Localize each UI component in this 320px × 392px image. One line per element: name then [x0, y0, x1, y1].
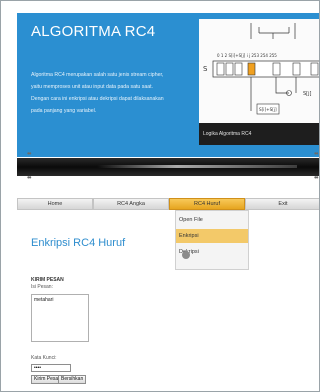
diagram-caption: Logika Algoritma RC4 — [199, 123, 319, 145]
strip-glow — [97, 165, 297, 168]
diagram-index-row: 0 1 2 S[i]+S[j] i j 253 254 255 — [217, 53, 277, 58]
main-nav: Home RC4 Angka RC4 Huruf Exit — [17, 198, 319, 210]
slider-dots-right-lower: •• — [314, 173, 319, 182]
nav-rc4-angka[interactable]: RC4 Angka — [93, 198, 169, 210]
slider-dots-left-lower: •• — [27, 173, 32, 182]
hero-line: Algoritma RC4 merupakan salah satu jenis… — [31, 72, 164, 78]
clear-button[interactable]: Bersihkan — [58, 375, 87, 384]
hero-line: yaitu memproses unit atau input data pad… — [31, 84, 153, 90]
hero-description: Algoritma RC4 merupakan salah satu jenis… — [31, 69, 197, 117]
page: ALGORITMA RC4 Algoritma RC4 merupakan sa… — [0, 0, 320, 392]
slider-dots-left: •• — [27, 149, 32, 158]
menu-item-enkripsi[interactable]: Enkripsi — [176, 229, 248, 243]
message-label: Isi Pesan: — [31, 284, 53, 290]
menu-item-open-file[interactable]: Open File — [176, 213, 248, 227]
diagram-s-label: S — [203, 65, 208, 73]
hero-line: pada panjang yang variabel. — [31, 108, 97, 114]
rc4-diagram: 0 1 2 S[i]+S[j] i j 253 254 255 S S[j] S… — [199, 19, 319, 123]
rc4-huruf-dropdown: Open File Enkripsi Dekripsi — [175, 210, 249, 270]
hero-line: Dengan cara ini enkripsi atau dekripsi d… — [31, 96, 164, 102]
hero-banner: ALGORITMA RC4 Algoritma RC4 merupakan sa… — [17, 13, 319, 157]
key-input[interactable] — [31, 364, 71, 372]
cursor-indicator — [182, 251, 190, 259]
slider-dots-right: •• — [314, 149, 319, 158]
hero-title: ALGORITMA RC4 — [31, 23, 156, 40]
section-label: KIRIM PESAN — [31, 277, 64, 283]
diagram-bottom-label: S[i]+S[j] — [259, 107, 277, 112]
nav-exit[interactable]: Exit — [245, 198, 319, 210]
nav-rc4-huruf[interactable]: RC4 Huruf — [169, 198, 245, 210]
diagram-right-label: S[j] — [303, 91, 312, 97]
message-textarea[interactable]: metahari — [31, 294, 89, 342]
page-title: Enkripsi RC4 Huruf — [31, 237, 126, 249]
key-label: Kata Kunci: — [31, 355, 57, 361]
nav-home[interactable]: Home — [17, 198, 93, 210]
decorative-strip — [17, 158, 319, 176]
